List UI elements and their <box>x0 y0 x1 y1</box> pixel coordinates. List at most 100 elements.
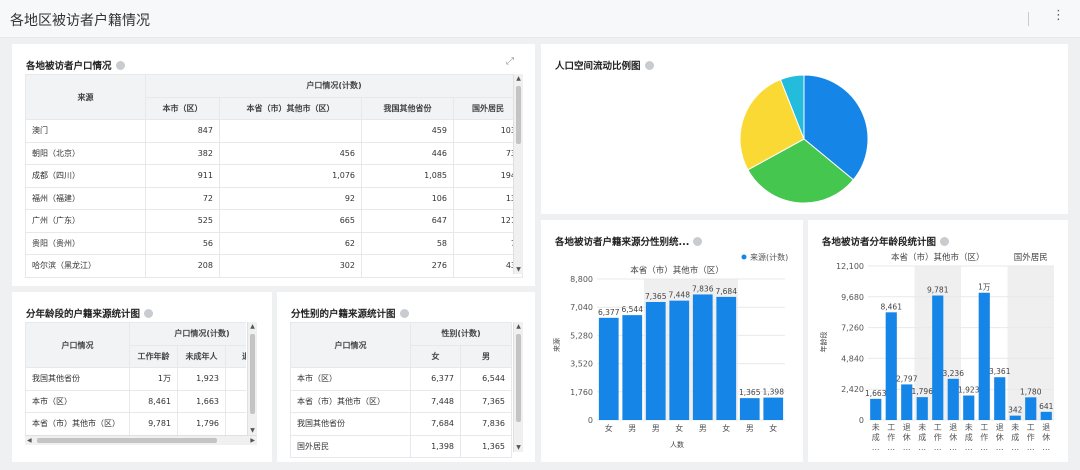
y-tick-label: 0 <box>859 416 864 425</box>
vertical-scrollbar[interactable]: ▲ ▼ <box>247 322 257 435</box>
y-tick-label: 9,680 <box>841 293 864 302</box>
card-gender-table: 分性别的户籍来源统计图 户口情况 性别(计数) 女 男 本市（区） 6,377 6,… <box>277 292 535 462</box>
info-icon[interactable] <box>115 61 125 70</box>
y-tick-label: 7,040 <box>570 303 593 312</box>
card-gender-bar-chart: 各地被访者户籍来源分性别统... 0 1,760 3,520 5,280 7,040 8,… <box>541 220 803 462</box>
data-label: 342 <box>1008 406 1023 415</box>
x-tick-label: 女 <box>605 423 613 433</box>
x-tick-label: 男 <box>746 424 754 433</box>
cell-value: 8,461 <box>129 389 178 413</box>
data-label: 1万 <box>978 283 991 292</box>
header-col[interactable]: 女 <box>410 344 461 368</box>
bar[interactable] <box>963 395 975 420</box>
data-label: 6,544 <box>622 305 644 314</box>
expand-icon[interactable]: ⤢ <box>506 56 514 67</box>
header-col[interactable]: 本省（市）其他市（区） <box>219 96 362 120</box>
x-tick-label: 作 <box>887 432 895 442</box>
x-tick-label: 作 <box>1027 432 1035 442</box>
header-col[interactable]: 男 <box>460 344 512 368</box>
vertical-scrollbar[interactable]: ▲ ▼ <box>513 322 523 452</box>
x-tick-ellipsis: ... <box>949 443 957 452</box>
bar[interactable] <box>870 398 882 420</box>
table-row[interactable]: 本市（区）8,4611,6632 <box>25 389 246 413</box>
row-label: 福州（福建） <box>25 186 146 210</box>
table-row[interactable]: 广州（广东） 525 665 647 121 <box>25 209 523 233</box>
bar[interactable] <box>1025 397 1037 420</box>
bar[interactable] <box>994 377 1006 420</box>
header-col[interactable]: 本市（区） <box>145 96 220 120</box>
table-row[interactable]: 本市（区） 6,377 6,544 <box>290 367 512 391</box>
more-vertical-icon[interactable]: ⋮ <box>1052 9 1065 22</box>
header-col[interactable]: 退休 <box>225 344 246 368</box>
header-col[interactable]: 工作年龄 <box>129 344 178 368</box>
cell-value: 92 <box>219 186 362 210</box>
bar[interactable] <box>932 295 944 420</box>
y-tick-label: 7,260 <box>841 324 864 333</box>
cell-value: 1,365 <box>460 434 512 458</box>
x-tick-label: 工 <box>1027 423 1035 432</box>
cell-value: 6,544 <box>460 367 512 391</box>
bar[interactable] <box>645 301 666 420</box>
data-label: 7,448 <box>669 291 691 300</box>
y-axis-label: 来源 <box>552 338 561 352</box>
info-icon[interactable] <box>144 309 154 318</box>
table-row[interactable]: 成都（四川） 911 1,076 1,085 194 <box>25 164 523 188</box>
row-label: 广州（广东） <box>25 209 146 233</box>
bar[interactable] <box>739 398 760 420</box>
x-tick-ellipsis: ... <box>918 443 926 452</box>
bar[interactable] <box>978 292 990 420</box>
household-table: 来源 户口情况(计数) 本市（区） 本省（市）其他市（区） 我国其他省份 国外居… <box>25 74 523 278</box>
table-row[interactable]: 我国其他省份 7,684 7,836 <box>290 412 512 436</box>
table-row[interactable]: 我国其他省份1万1,9233 <box>25 367 246 391</box>
x-tick-label: 工 <box>980 423 988 432</box>
bar[interactable] <box>716 296 737 420</box>
x-tick-label: 休 <box>996 432 1004 442</box>
header-col[interactable]: 我国其他省份 <box>361 96 454 120</box>
cell-value: 456 <box>219 141 362 165</box>
y-tick-label: 3,520 <box>570 360 593 369</box>
share-icon[interactable]: < <box>140 12 148 23</box>
cell-value: 302 <box>219 254 362 278</box>
table-row[interactable]: 国外居民 1,398 1,365 <box>290 434 512 458</box>
x-tick-ellipsis: ... <box>996 443 1004 452</box>
data-label: 1,365 <box>739 388 761 397</box>
header-col[interactable]: 未成年人 <box>177 344 226 368</box>
vertical-scrollbar[interactable]: ▲ ▼ <box>513 74 523 274</box>
bar[interactable] <box>763 397 784 420</box>
bar[interactable] <box>598 317 619 420</box>
bar[interactable] <box>916 397 928 420</box>
table-row[interactable]: 朝阳（北京） 382 456 446 73 <box>25 141 523 165</box>
cell-value: 7,365 <box>460 389 512 413</box>
table-row[interactable]: 本省（市）其他市（区）9,7811,7963 <box>25 412 246 436</box>
x-tick-ellipsis: ... <box>965 443 973 452</box>
header-group: 户口情况(计数) <box>145 74 523 98</box>
cell-value <box>219 119 362 143</box>
bar[interactable] <box>692 294 713 420</box>
cell-value: 459 <box>361 119 454 143</box>
legend-label[interactable]: 来源(计数) <box>750 252 788 262</box>
table-row[interactable]: 福州（福建） 72 92 106 13 <box>25 186 523 210</box>
age-table: 户口情况 户口情况(计数) 工作年龄 未成年人 退休 我国其他省份1万1,923… <box>25 322 246 436</box>
band-label: 本省（市）其他市（区） <box>891 252 985 263</box>
table-row[interactable]: 澳门 847 459 103 <box>25 119 523 143</box>
table-row[interactable]: 哈尔滨（黑龙江） 208 302 276 43 <box>25 254 523 278</box>
table-row[interactable]: 本省（市）其他市（区） 7,448 7,365 <box>290 389 512 413</box>
horizontal-scrollbar[interactable]: ◀ ▶ <box>25 435 257 445</box>
bar[interactable] <box>1009 415 1021 420</box>
row-label: 我国其他省份 <box>25 367 130 391</box>
bar[interactable] <box>1040 411 1052 420</box>
card-pie-chart: 人口空间流动比例图 <box>541 44 1068 214</box>
row-label: 澳门 <box>25 119 146 143</box>
bar[interactable] <box>669 300 690 420</box>
bar[interactable] <box>885 312 897 420</box>
x-tick-label: 男 <box>699 424 707 433</box>
cell-value: 446 <box>361 141 454 165</box>
x-tick-label: 作 <box>934 432 942 442</box>
x-tick-label: 工 <box>934 423 942 432</box>
info-icon[interactable] <box>399 309 409 318</box>
page-title: 各地区被访者户籍情况 <box>10 13 150 29</box>
table-row[interactable]: 贵阳（贵州）5662587 <box>25 231 523 255</box>
bar[interactable] <box>622 315 643 420</box>
cell-value: 1,796 <box>177 412 226 436</box>
cell-value: 1,076 <box>219 164 362 188</box>
